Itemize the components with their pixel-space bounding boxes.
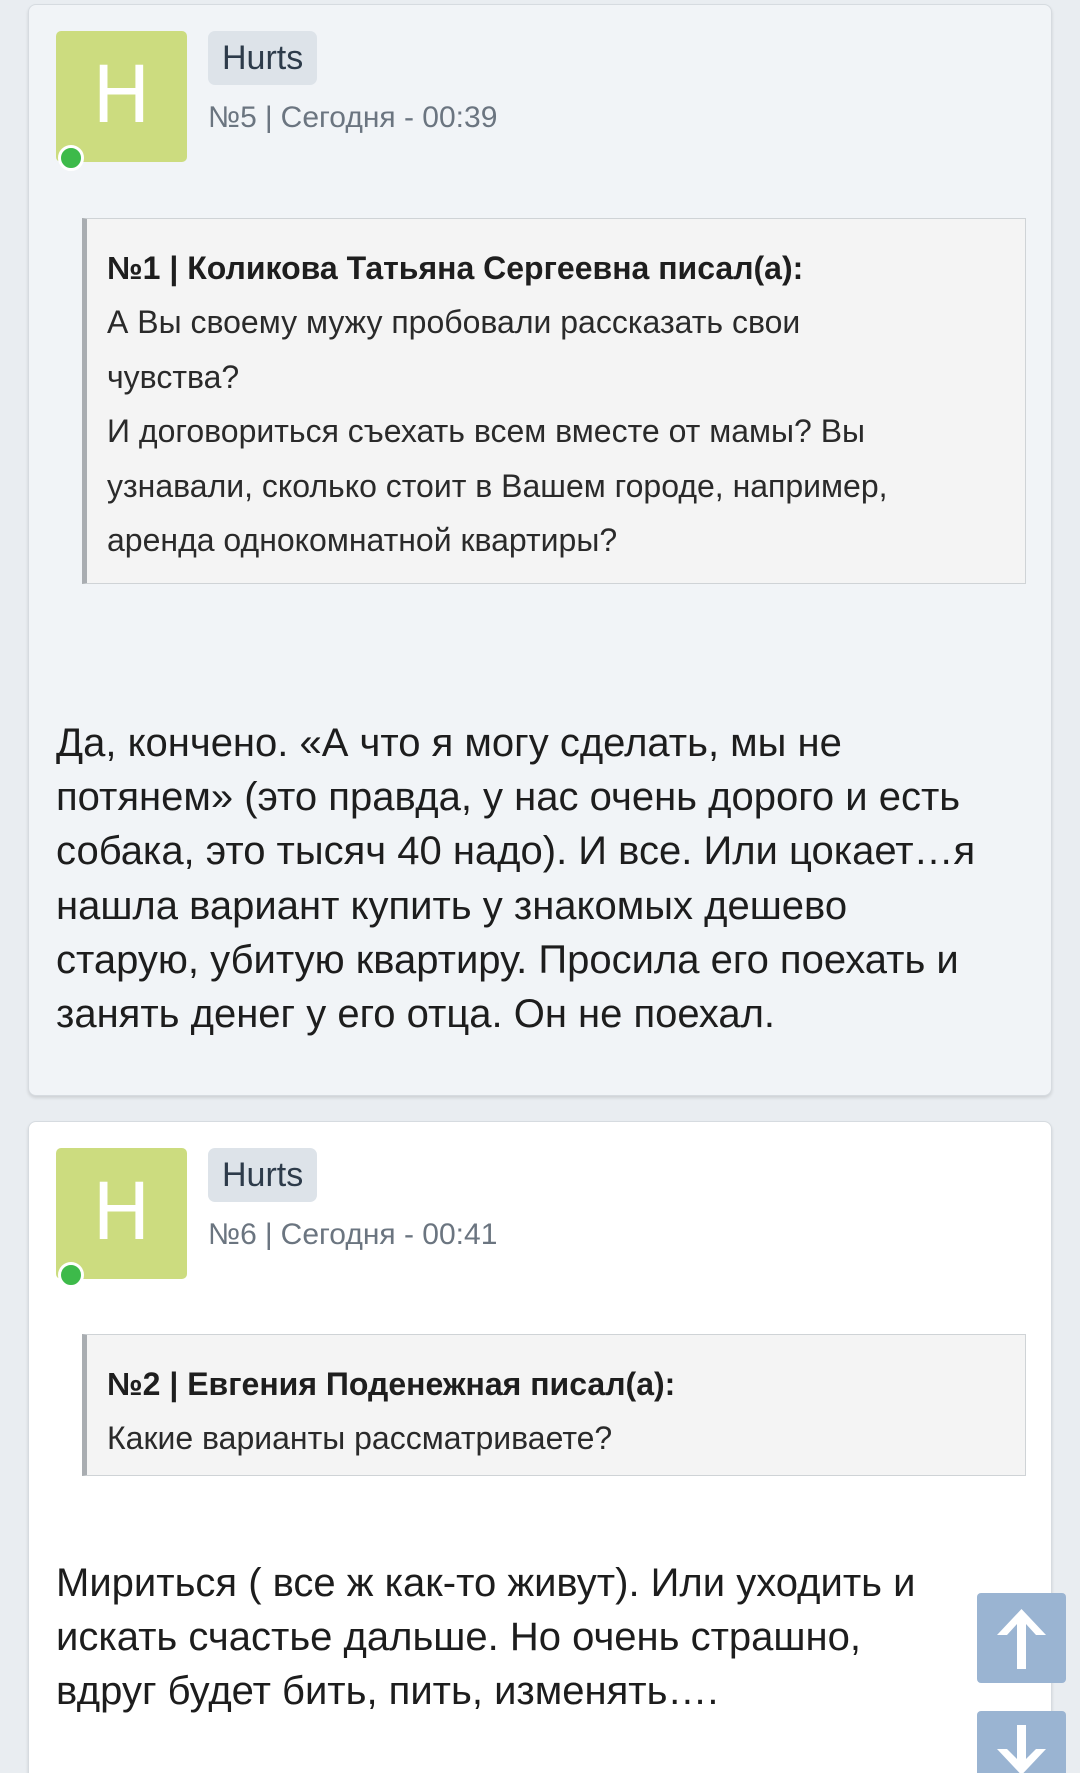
post-body-line: потянем» (это правда, у нас очень дорого…: [56, 775, 961, 820]
post-body: Да, кончено. «А что я могу сделать, мы н…: [56, 716, 1046, 1041]
scroll-to-top-button[interactable]: [977, 1593, 1066, 1683]
arrow-up-icon: [997, 1609, 1046, 1669]
meta-separator: |: [264, 1218, 273, 1251]
online-status-icon: [58, 1262, 84, 1288]
user-avatar[interactable]: H: [56, 1148, 187, 1279]
quote-line: узнавали, сколько стоит в Вашем городе, …: [107, 467, 888, 504]
post-body-line: занять денег у его отца. Он не поехал.: [56, 992, 776, 1037]
quote-line: А Вы своему мужу пробовали рассказать св…: [107, 304, 801, 340]
post-body: Мириться ( все ж как-то живут). Или уход…: [56, 1556, 1046, 1719]
post-body-line: вдруг будет бить, пить, изменять….: [56, 1669, 719, 1714]
quote-header: №2 | Евгения Поденежная писал(а):: [107, 1366, 676, 1402]
online-status-icon: [58, 145, 84, 171]
quote-block: №2 | Евгения Поденежная писал(а): Какие …: [82, 1334, 1026, 1476]
forum-post: H Hurts №6 | Сегодня - 00:41 №2 | Евгения …: [28, 1121, 1052, 1773]
post-timestamp: Сегодня - 00:41: [280, 1218, 498, 1251]
user-avatar[interactable]: H: [56, 31, 187, 162]
post-meta: №5 | Сегодня - 00:39: [208, 98, 497, 138]
quote-header: №1 | Коликова Татьяна Сергеевна писал(а)…: [107, 250, 804, 286]
scroll-to-bottom-button[interactable]: [977, 1711, 1066, 1773]
arrow-down-icon: [997, 1725, 1046, 1773]
post-number-link[interactable]: №6: [208, 1218, 257, 1251]
quote-line: И договориться съехать всем вместе от ма…: [107, 413, 866, 449]
post-body-line: искать счастье дальше. Но очень страшно,: [56, 1615, 861, 1660]
post-body-line: нашла вариант купить у знакомых дешево: [56, 883, 848, 928]
author-name-link[interactable]: Hurts: [208, 1148, 318, 1202]
forum-post: H Hurts №5 | Сегодня - 00:39 №1 | Коликова…: [28, 4, 1052, 1096]
post-timestamp: Сегодня - 00:39: [280, 101, 498, 134]
post-body-line: собака, это тысяч 40 надо). И все. Или ц…: [56, 829, 976, 874]
meta-separator: |: [264, 101, 273, 134]
forum-thread: H Hurts №5 | Сегодня - 00:39 №1 | Коликова…: [0, 0, 1080, 1773]
post-number-link[interactable]: №5: [208, 101, 257, 134]
post-body-line: Да, кончено. «А что я могу сделать, мы н…: [56, 721, 842, 765]
quote-line: Какие варианты рассматриваете?: [107, 1420, 613, 1456]
quote-line: чувства?: [107, 358, 240, 395]
post-body-line: Мириться ( все ж как-то живут). Или уход…: [56, 1561, 916, 1605]
quote-block: №1 | Коликова Татьяна Сергеевна писал(а)…: [82, 218, 1026, 584]
post-meta: №6 | Сегодня - 00:41: [208, 1215, 497, 1255]
post-body-line: старую, убитую квартиру. Просила его пое…: [56, 937, 959, 982]
quote-line: аренда однокомнатной квартиры?: [107, 522, 618, 558]
author-name-link[interactable]: Hurts: [208, 31, 318, 85]
